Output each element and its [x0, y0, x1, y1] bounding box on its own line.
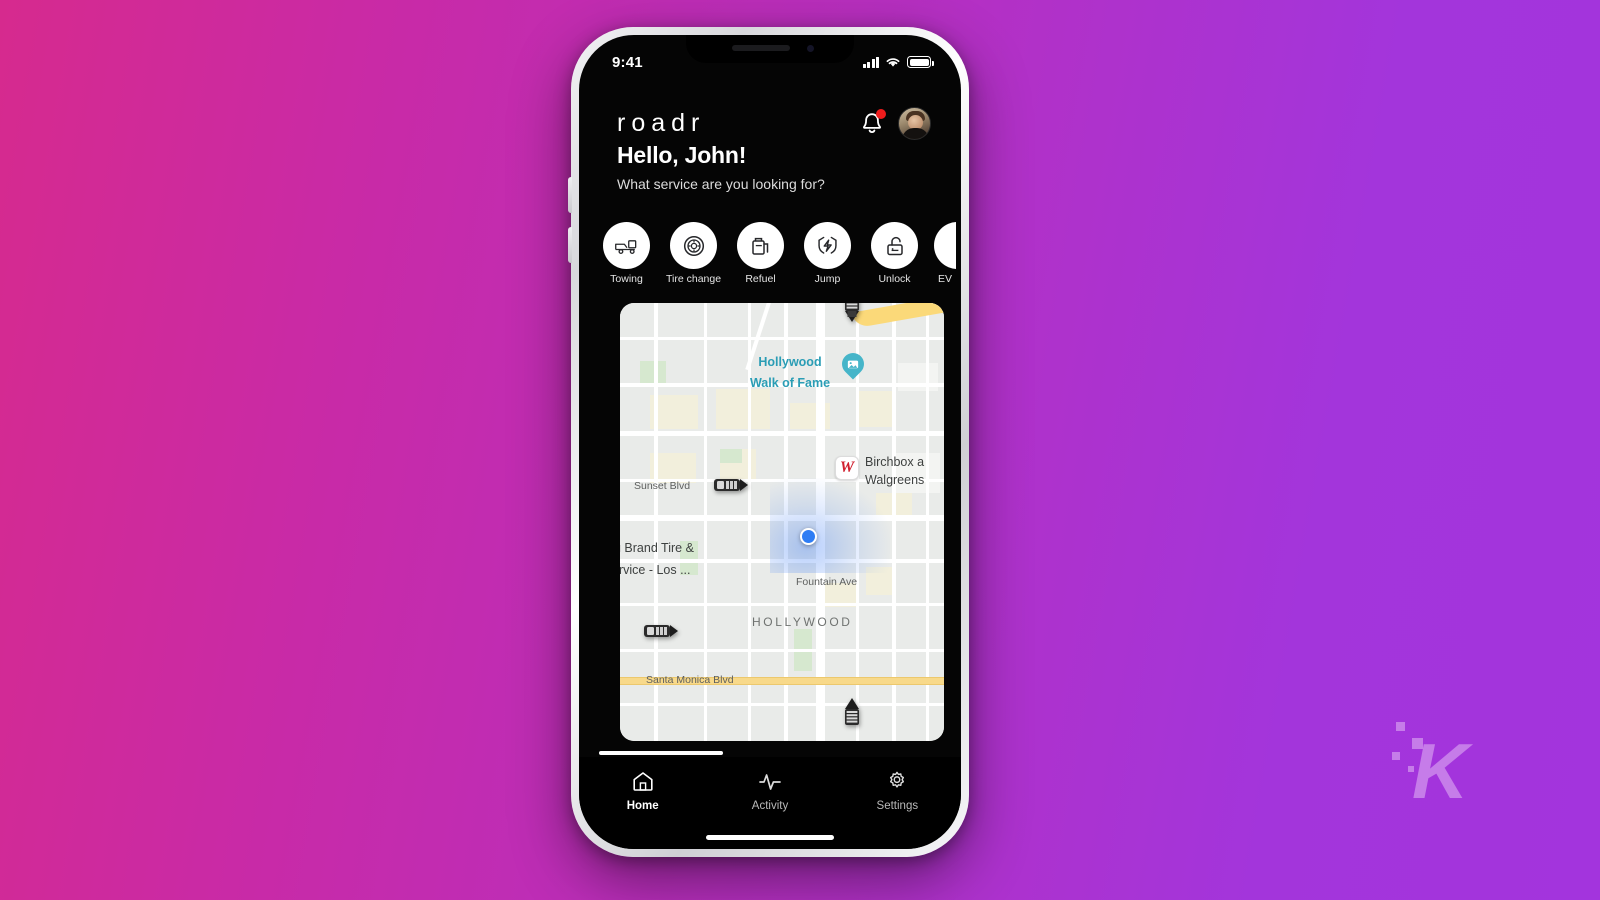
- cellular-bars-icon: [862, 56, 879, 68]
- tow-truck-marker[interactable]: [839, 303, 865, 325]
- wifi-icon: [886, 58, 900, 67]
- unlock-padlock-icon: [871, 222, 918, 269]
- service-item-unlock[interactable]: Unlock: [867, 222, 922, 287]
- car-marker[interactable]: [642, 621, 680, 641]
- tab-activity[interactable]: Activity: [706, 769, 833, 812]
- map-label-tire-service-line2: ervice - Los ...: [620, 563, 691, 577]
- service-label: Tire change: [666, 273, 722, 285]
- greeting-subtitle: What service are you looking for?: [617, 176, 825, 192]
- map-label-business-line1: Birchbox a: [865, 455, 925, 469]
- service-label: EV: [937, 273, 952, 285]
- phone-screen: 9:41 roadr Hello, John! What service are…: [579, 35, 961, 849]
- user-location-dot: [800, 528, 817, 545]
- tow-truck-marker[interactable]: [839, 695, 865, 727]
- service-label: Jump: [814, 273, 841, 285]
- front-camera-icon: [807, 45, 814, 52]
- map-label-business-line2: Walgreens: [865, 473, 925, 487]
- ev-charge-icon: [934, 222, 956, 269]
- map-label-tire-service-line1: g Brand Tire &: [620, 541, 694, 555]
- page-title: Hello, John!: [617, 142, 747, 168]
- map-label-poi-line2: Walk of Fame: [749, 376, 831, 390]
- user-heading-beam: [770, 478, 890, 573]
- activity-pulse-icon: [706, 769, 833, 793]
- service-label: Unlock: [878, 273, 911, 285]
- walgreens-logo-icon[interactable]: W: [835, 456, 859, 480]
- notification-bell-icon[interactable]: [860, 108, 886, 137]
- avatar[interactable]: [898, 107, 931, 140]
- app-header: roadr: [579, 107, 961, 140]
- map-label-neighborhood: HOLLYWOOD: [752, 615, 853, 629]
- tire-icon: [670, 222, 717, 269]
- map-label-poi-line1: Hollywood: [758, 355, 822, 369]
- map-view[interactable]: Hollywood Walk of Fame W Birchbox a Walg…: [620, 303, 944, 741]
- tab-label: Home: [626, 800, 659, 812]
- earpiece-speaker-icon: [732, 45, 790, 51]
- car-marker[interactable]: [712, 475, 750, 495]
- map-label-sunset-blvd: Sunset Blvd: [634, 480, 691, 492]
- watermark-pixel: [1396, 722, 1405, 731]
- device-notch: [686, 35, 854, 63]
- tow-truck-icon: [603, 222, 650, 269]
- service-item-tire-change[interactable]: Tire change: [666, 222, 721, 287]
- battery-full-icon: [907, 56, 934, 68]
- knowtechie-watermark: K: [1372, 708, 1492, 818]
- gear-icon: [834, 769, 961, 793]
- service-item-towing[interactable]: Towing: [599, 222, 654, 287]
- greeting-block: Hello, John! What service are you lookin…: [617, 142, 825, 192]
- status-bar-time: 9:41: [612, 53, 643, 71]
- service-shortcuts-row[interactable]: Towing Tire change Refuel Jump Unlock EV: [599, 222, 961, 287]
- tab-home[interactable]: Home: [579, 769, 706, 812]
- notification-badge-dot: [876, 108, 886, 119]
- service-item-jump[interactable]: Jump: [800, 222, 855, 287]
- jump-start-battery-icon: [804, 222, 851, 269]
- service-label: Refuel: [745, 273, 776, 285]
- ios-home-indicator: [706, 835, 834, 840]
- service-item-ev[interactable]: EV: [934, 222, 956, 287]
- scroll-progress-indicator: [599, 751, 723, 755]
- fuel-can-icon: [737, 222, 784, 269]
- map-label-santa-monica-blvd: Santa Monica Blvd: [646, 674, 734, 686]
- tab-settings[interactable]: Settings: [834, 769, 961, 812]
- home-icon: [579, 769, 706, 793]
- watermark-letter: K: [1412, 727, 1469, 815]
- tab-label: Settings: [876, 800, 919, 812]
- watermark-pixel: [1392, 752, 1400, 760]
- service-label: Towing: [610, 273, 643, 285]
- walgreens-w: W: [839, 459, 855, 476]
- phone-device-frame: 9:41 roadr Hello, John! What service are…: [568, 27, 969, 857]
- roadr-logo: roadr: [617, 109, 706, 137]
- map-label-fountain-ave: Fountain Ave: [796, 576, 858, 588]
- tab-label: Activity: [751, 800, 789, 812]
- service-item-refuel[interactable]: Refuel: [733, 222, 788, 287]
